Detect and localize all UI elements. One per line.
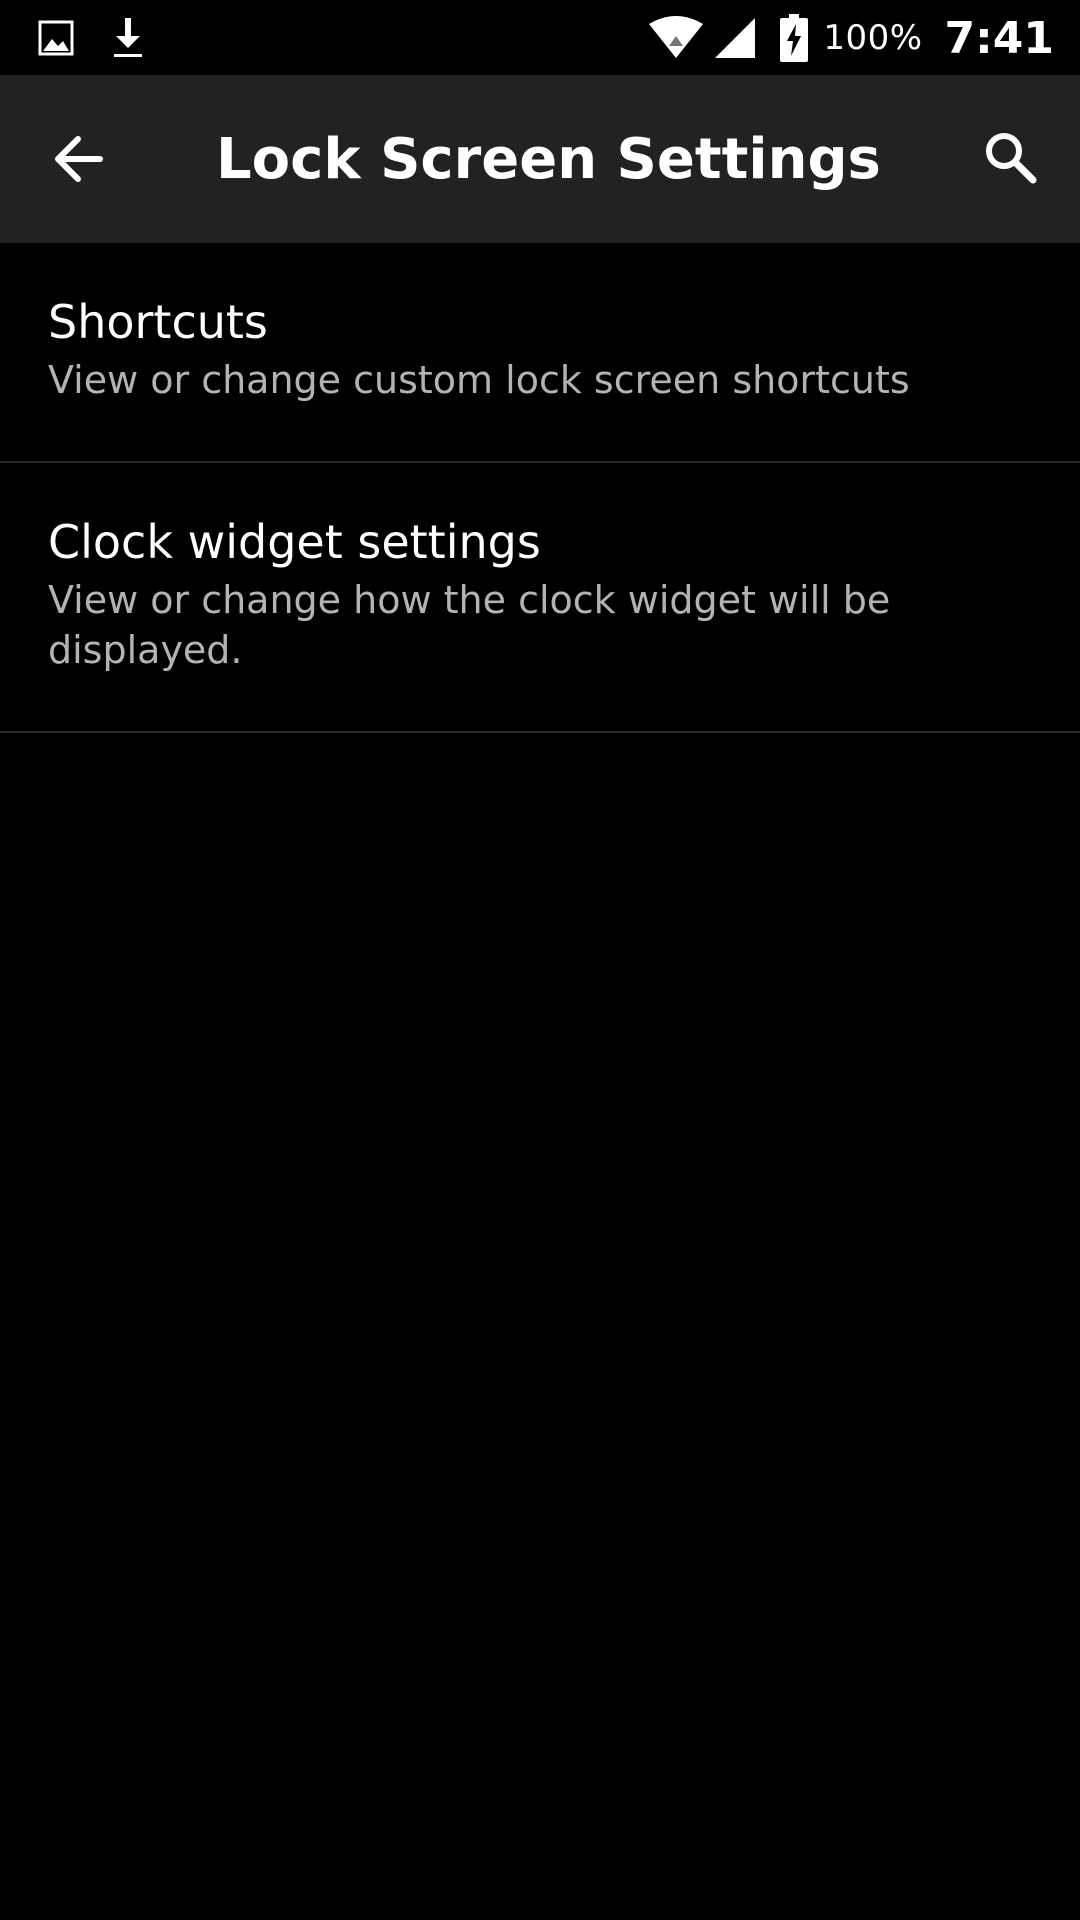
arrow-back-icon (55, 136, 103, 182)
status-bar: 100% 7:41 (0, 0, 1080, 75)
search-icon (986, 133, 1037, 184)
search-button[interactable] (968, 115, 1052, 199)
clock-widget-title: Clock widget settings (48, 515, 541, 569)
signal-icon (713, 16, 757, 60)
notification-icons (36, 14, 180, 62)
battery-charging-icon (779, 14, 809, 62)
system-icons: 100% 7:41 (647, 10, 1054, 66)
wifi-icon (647, 16, 705, 60)
clock-widget-setting[interactable]: Clock widget settings View or change how… (0, 463, 1080, 733)
shortcuts-setting[interactable]: Shortcuts View or change custom lock scr… (0, 243, 1080, 463)
app-toolbar: Lock Screen Settings (0, 75, 1080, 243)
download-icon (108, 16, 148, 60)
shortcuts-summary: View or change custom lock screen shortc… (48, 358, 910, 402)
settings-list: Shortcuts View or change custom lock scr… (0, 243, 1080, 733)
back-button[interactable] (36, 117, 120, 201)
image-icon (36, 16, 76, 60)
shortcuts-title: Shortcuts (48, 295, 268, 349)
clock-widget-summary: View or change how the clock widget will… (48, 578, 891, 672)
page-title: Lock Screen Settings (216, 127, 881, 192)
battery-percent: 100% (823, 18, 923, 58)
status-clock: 7:41 (944, 12, 1054, 64)
